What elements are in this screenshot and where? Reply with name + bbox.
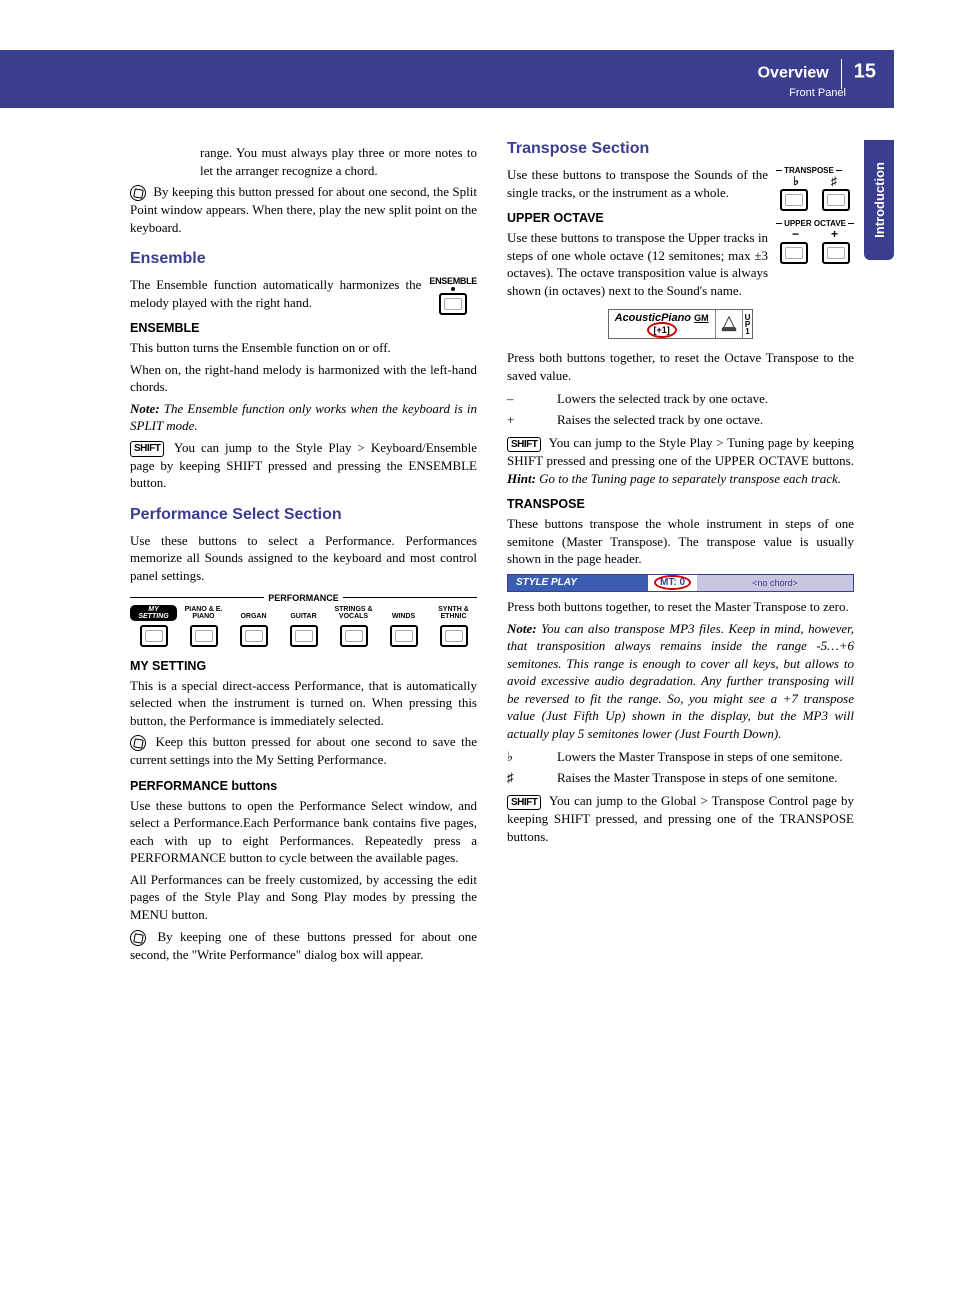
octave-value-circle: [+1] [647, 322, 677, 338]
transpose-flat-button-graphic [780, 189, 808, 211]
transpose-sub-heading: TRANSPOSE [507, 497, 854, 511]
octave-down-button-graphic [780, 242, 808, 264]
row-val: Raises the Master Transpose in steps of … [557, 769, 854, 787]
transpose-note: Note: You can also transpose MP3 files. … [507, 620, 854, 743]
my-setting-heading: MY SETTING [130, 659, 477, 673]
transpose-heading: Transpose Section [507, 140, 854, 158]
shift-badge: SHIFT [130, 441, 164, 457]
ensemble-panel-graphic: ENSEMBLE [429, 276, 477, 317]
upper-octave-p2: Press both buttons together, to reset th… [507, 349, 854, 384]
my-setting-p1: This is a special direct-access Performa… [130, 677, 477, 730]
style-play-header-graphic: STYLE PLAY MT: 0 <no chord> [507, 574, 854, 592]
ensemble-sub-heading: ENSEMBLE [130, 321, 477, 335]
header-title: Overview [758, 65, 829, 82]
sharp-icon: ♯ [831, 175, 837, 187]
performance-intro: Use these buttons to select a Performanc… [130, 532, 477, 585]
intro-range-text: range. You must always play three or mor… [130, 144, 477, 179]
perf-button-graphic [190, 625, 218, 647]
my-setting-pill: MY SETTING [130, 605, 177, 621]
perf-buttons-hold-tip: By keeping one of these buttons pressed … [130, 928, 477, 964]
octave-table: – Lowers the selected track by one octav… [507, 390, 854, 428]
split-point-hold-tip: By keeping this button pressed for about… [130, 183, 477, 236]
up1-label: U P 1 [742, 310, 753, 338]
section-tab: Introduction [864, 140, 894, 260]
ensemble-panel-label: ENSEMBLE [429, 276, 477, 286]
gm-badge: GM [694, 313, 709, 323]
ensemble-heading: Ensemble [130, 250, 477, 268]
perf-buttons-p1: Use these buttons to open the Performanc… [130, 797, 477, 867]
sound-bank-icon [715, 310, 742, 338]
row-key: – [507, 390, 557, 408]
upper-octave-shift-tip: SHIFT You can jump to the Style Play > T… [507, 434, 854, 487]
style-play-label: STYLE PLAY [508, 575, 648, 591]
perf-button-graphic [240, 625, 268, 647]
hold-icon [130, 930, 146, 946]
ensemble-note: Note: The Ensemble function only works w… [130, 400, 477, 435]
transpose-panel-graphic: TRANSPOSE ♭ ♯ UPPER OCTAVE − + [776, 166, 854, 266]
perf-label-4: WINDS [380, 613, 427, 620]
transpose-sharp-button-graphic [822, 189, 850, 211]
ensemble-p1: This button turns the Ensemble function … [130, 339, 477, 357]
performance-panel-header: PERFORMANCE [268, 593, 339, 603]
perf-buttons-heading: PERFORMANCE buttons [130, 779, 477, 793]
shift-badge: SHIFT [507, 437, 541, 453]
transpose-table: ♭ Lowers the Master Transpose in steps o… [507, 748, 854, 786]
section-tab-label: Introduction [872, 162, 887, 238]
header-divider [841, 59, 842, 89]
octave-up-button-graphic [822, 242, 850, 264]
transpose-shift-tip: SHIFT You can jump to the Global > Trans… [507, 792, 854, 845]
ensemble-shift-tip: SHIFT You can jump to the Style Play > K… [130, 439, 477, 492]
perf-label-3: STRINGS & VOCALS [330, 606, 377, 621]
minus-icon: − [792, 228, 799, 240]
my-setting-hold-tip: Keep this button pressed for about one s… [130, 733, 477, 769]
perf-button-graphic [390, 625, 418, 647]
shift-badge: SHIFT [507, 795, 541, 811]
perf-label-0: PIANO & E. PIANO [180, 606, 227, 621]
header-subtitle: Front Panel [758, 87, 846, 99]
perf-button-graphic [290, 625, 318, 647]
right-column: Transpose Section TRANSPOSE ♭ ♯ UPPER OC… [507, 140, 894, 967]
ensemble-intro: The Ensemble function automatically harm… [130, 276, 477, 311]
perf-button-graphic [340, 625, 368, 647]
perf-label-5: SYNTH & ETHNIC [430, 606, 477, 621]
chord-display: <no chord> [697, 575, 853, 591]
master-transpose-value: MT: 0 [654, 575, 691, 590]
transpose-p2: Press both buttons together, to reset th… [507, 598, 854, 616]
performance-heading: Performance Select Section [130, 506, 477, 524]
ensemble-p2: When on, the right-hand melody is harmon… [130, 361, 477, 396]
perf-button-graphic [440, 625, 468, 647]
row-val: Lowers the selected track by one octave. [557, 390, 854, 408]
plus-icon: + [831, 228, 838, 240]
perf-button-graphic [140, 625, 168, 647]
perf-buttons-p2: All Performances can be freely customize… [130, 871, 477, 924]
page-header: Overview 15 Front Panel [0, 50, 894, 108]
header-page-number: 15 [854, 61, 876, 83]
sound-display-graphic: AcousticPiano GM [+1] U P 1 [608, 309, 754, 339]
row-val: Raises the selected track by one octave. [557, 411, 854, 429]
performance-panel-graphic: PERFORMANCE MY SETTING PIANO & E. PIANO … [130, 593, 477, 649]
perf-label-1: ORGAN [230, 613, 277, 620]
hold-icon [130, 185, 146, 201]
row-val: Lowers the Master Transpose in steps of … [557, 748, 854, 766]
transpose-p1: These buttons transpose the whole instru… [507, 515, 854, 568]
ensemble-button-graphic [439, 293, 467, 315]
hold-icon [130, 735, 146, 751]
transpose-panel-label: TRANSPOSE [784, 166, 834, 175]
row-key: ♯ [507, 769, 557, 787]
left-column: range. You must always play three or mor… [60, 140, 477, 967]
row-key: + [507, 411, 557, 429]
row-key: ♭ [507, 748, 557, 766]
led-icon [451, 287, 455, 291]
flat-icon: ♭ [793, 175, 799, 187]
perf-label-2: GUITAR [280, 613, 327, 620]
